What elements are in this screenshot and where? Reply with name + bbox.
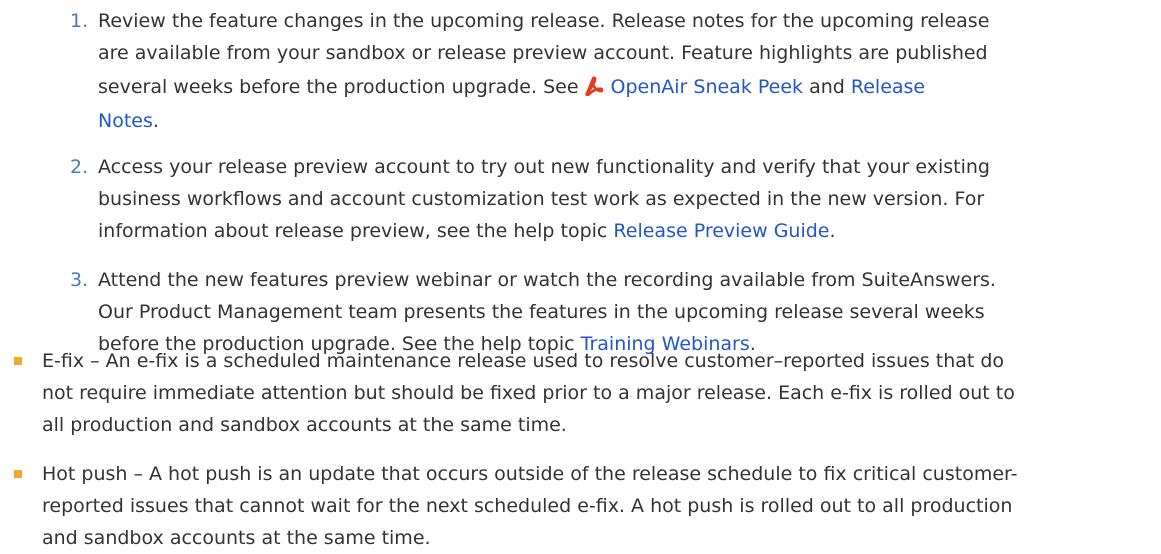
text-line: Review the feature changes in the upcomi… — [98, 10, 990, 32]
text-segment: information about release preview, see t… — [98, 220, 608, 242]
text-line: Hot push – A hot push is an update that … — [42, 463, 1018, 485]
text-line: and sandbox accounts at the same time. — [42, 527, 431, 549]
link-openair-sneak-peek[interactable]: OpenAir Sneak Peek — [611, 76, 804, 98]
text-segment: several weeks before the production upgr… — [98, 76, 579, 98]
document-body: 1. Review the feature changes in the upc… — [0, 0, 1161, 554]
text-line: Attend the new features preview webinar … — [98, 269, 996, 291]
text-line: business workflows and account customiza… — [98, 188, 985, 210]
list-item-text: E-fix – An e-fix is a scheduled maintena… — [42, 345, 1161, 441]
link-release-notes-part1[interactable]: Release — [851, 76, 925, 98]
link-release-notes-part2[interactable]: Notes — [98, 110, 153, 132]
bullet-square-icon — [14, 470, 22, 478]
text-line: information about release preview, see t… — [98, 215, 1108, 247]
text-line: all production and sandbox accounts at t… — [42, 414, 567, 436]
text-line: Our Product Management team presents the… — [98, 301, 985, 323]
text-segment: . — [829, 220, 836, 242]
list-item-text: Access your release preview account to t… — [98, 151, 1108, 247]
text-line: E-fix – An e-fix is a scheduled maintena… — [42, 350, 1005, 372]
text-line: several weeks before the production upgr… — [98, 69, 1108, 105]
text-segment: and — [809, 76, 845, 98]
list-item-text: Hot push – A hot push is an update that … — [42, 458, 1161, 554]
list-number: 3. — [70, 269, 89, 291]
list-item-text: Review the feature changes in the upcomi… — [98, 5, 1108, 137]
list-number: 2. — [70, 156, 89, 178]
text-line: are available from your sandbox or relea… — [98, 42, 988, 64]
pdf-icon — [584, 72, 604, 97]
text-line: not require immediate attention but shou… — [42, 382, 1015, 404]
text-line: reported issues that cannot wait for the… — [42, 495, 1013, 517]
text-line: Access your release preview account to t… — [98, 156, 990, 178]
bullet-square-icon — [14, 357, 22, 365]
text-segment: . — [152, 110, 159, 132]
link-release-preview-guide[interactable]: Release Preview Guide — [613, 220, 829, 242]
text-line: Notes. — [98, 105, 1108, 137]
list-number: 1. — [70, 10, 89, 32]
